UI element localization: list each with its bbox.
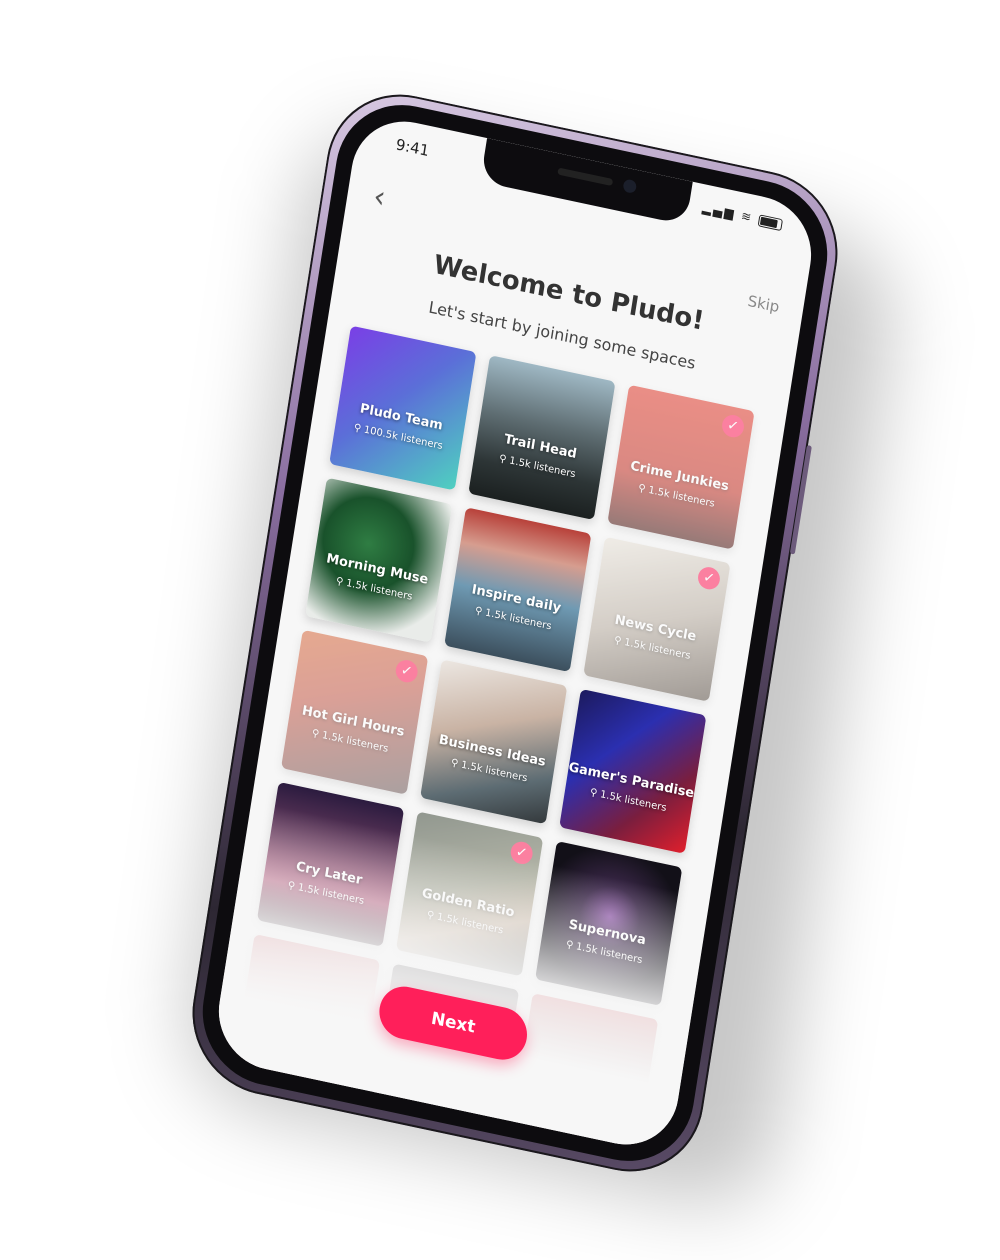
space-tile[interactable]: Inspire daily ⚲1.5k listeners bbox=[444, 507, 592, 673]
status-time: 9:41 bbox=[394, 135, 431, 161]
person-icon: ⚲ bbox=[311, 727, 320, 741]
space-tile[interactable]: Trail Head ⚲1.5k listeners bbox=[468, 355, 616, 521]
checkmark-icon: ✓ bbox=[394, 658, 420, 685]
space-tile[interactable]: Pludo Team ⚲100.5k listeners bbox=[329, 325, 477, 491]
person-icon: ⚲ bbox=[450, 757, 460, 770]
person-icon: ⚲ bbox=[589, 786, 599, 800]
space-tile[interactable]: Business Ideas ⚲1.5k listeners bbox=[420, 659, 568, 825]
signal-wifi-icon: ▂▄▆ ≋ bbox=[701, 200, 755, 225]
person-icon: ⚲ bbox=[474, 605, 484, 618]
checkmark-icon: ✓ bbox=[696, 565, 722, 592]
checkmark-icon: ✓ bbox=[720, 412, 746, 440]
space-tile[interactable]: Gamer's Paradise ⚲1.5k listeners bbox=[559, 688, 707, 854]
person-icon: ⚲ bbox=[637, 482, 647, 496]
person-icon: ⚲ bbox=[335, 575, 345, 589]
back-chevron-icon[interactable]: ‹ bbox=[371, 179, 388, 216]
space-tile[interactable]: Hot Girl Hours ⚲1.5k listeners ✓ bbox=[280, 629, 429, 795]
skip-button[interactable]: Skip bbox=[747, 292, 781, 316]
status-icons: ▂▄▆ ≋ bbox=[701, 200, 784, 231]
battery-icon bbox=[757, 213, 784, 231]
space-tile[interactable]: News Cycle ⚲1.5k listeners ✓ bbox=[583, 536, 731, 702]
person-icon: ⚲ bbox=[498, 453, 508, 466]
space-tile[interactable]: Morning Muse ⚲1.5k listeners bbox=[305, 477, 453, 643]
person-icon: ⚲ bbox=[352, 422, 362, 435]
space-tile[interactable]: Crime Junkies ⚲1.5k listeners ✓ bbox=[607, 384, 755, 550]
mockup-stage: 9:41 ▂▄▆ ≋ ‹ Skip Welcome to Pludo! Let'… bbox=[0, 0, 1000, 1260]
person-icon: ⚲ bbox=[613, 634, 623, 648]
